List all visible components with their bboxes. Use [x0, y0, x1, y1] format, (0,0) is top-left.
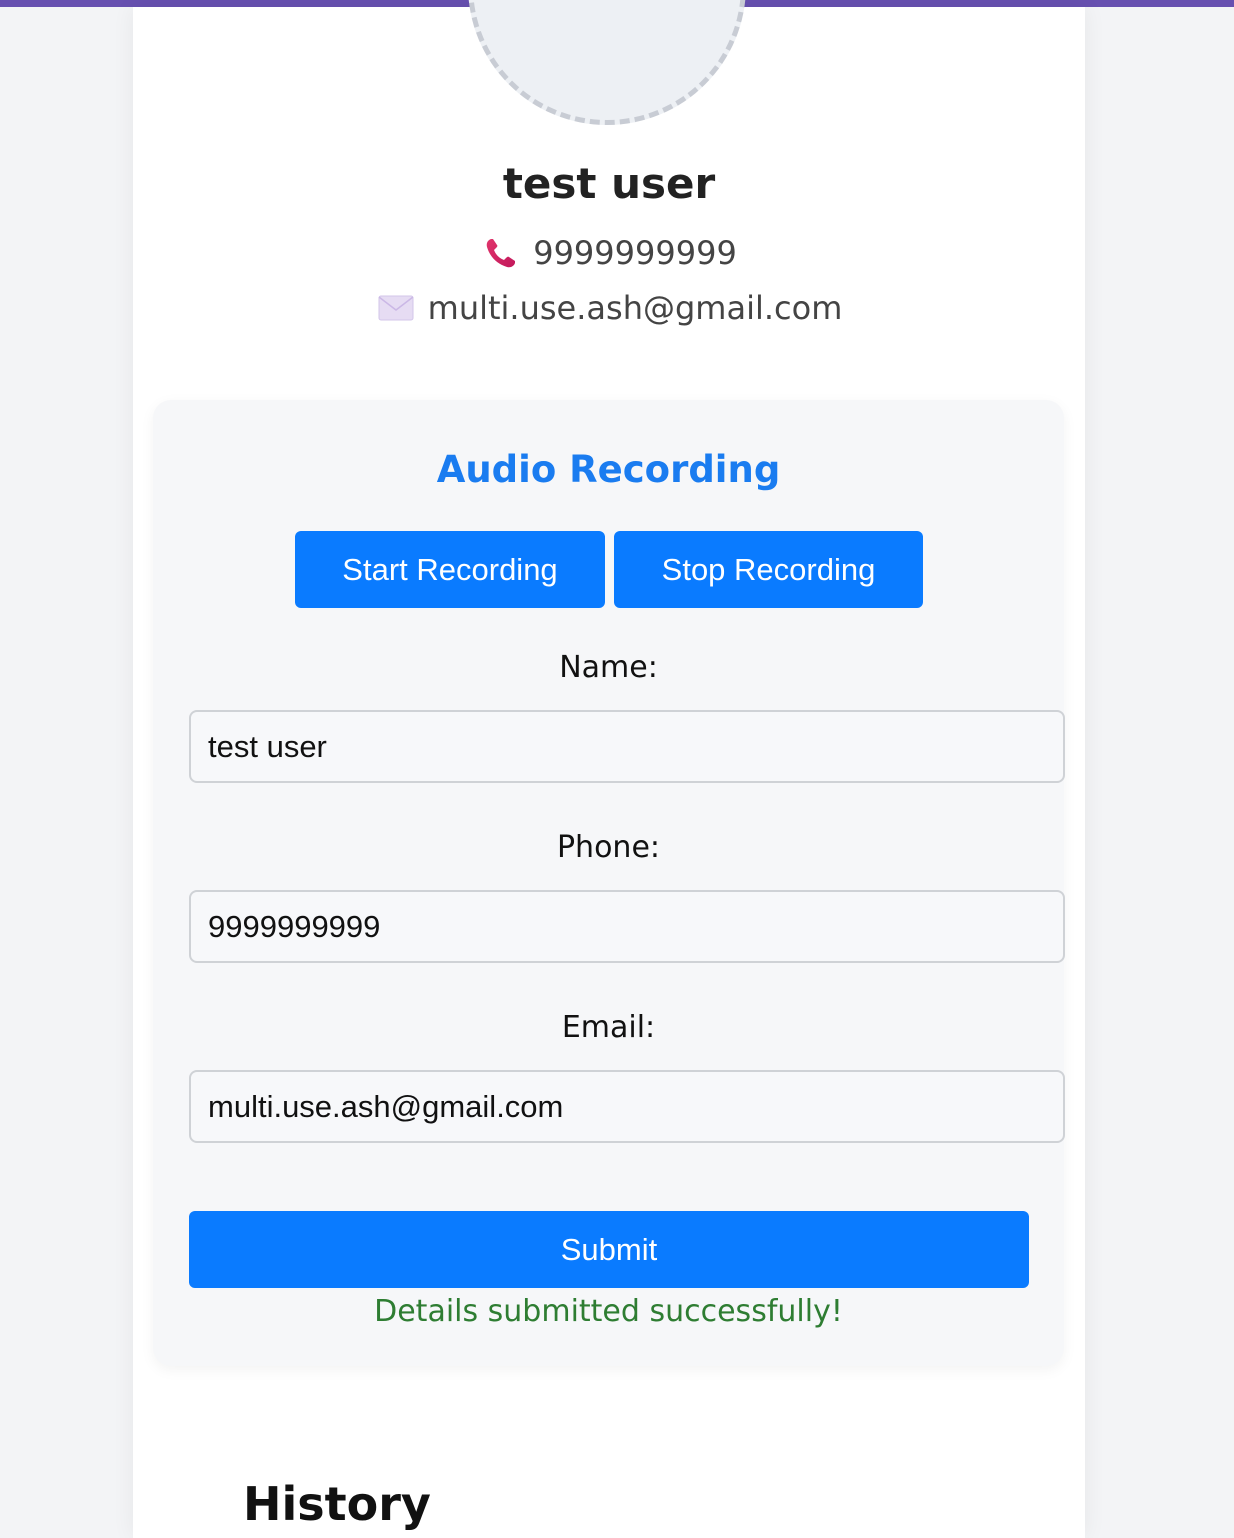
- profile-email-text: multi.use.ash@gmail.com: [427, 289, 843, 327]
- email-input[interactable]: [189, 1070, 1065, 1143]
- name-label: Name:: [559, 650, 658, 685]
- history-heading: History: [243, 1477, 431, 1531]
- name-input[interactable]: [189, 710, 1065, 783]
- profile-name: test user: [502, 159, 716, 208]
- stop-recording-button[interactable]: Stop Recording: [614, 531, 923, 608]
- start-recording-button[interactable]: Start Recording: [295, 531, 605, 608]
- email-label: Email:: [561, 1010, 656, 1045]
- profile-phone-text: 9999999999: [533, 234, 737, 272]
- success-message: Details submitted successfully!: [374, 1294, 843, 1329]
- profile-phone-row: 9999999999: [133, 233, 1085, 273]
- phone-label: Phone:: [556, 830, 661, 865]
- envelope-icon: [376, 288, 416, 328]
- submit-button[interactable]: Submit: [189, 1211, 1029, 1288]
- telephone-receiver-icon: [481, 233, 521, 273]
- profile-email-row: multi.use.ash@gmail.com: [133, 288, 1085, 328]
- panel-title: Audio Recording: [436, 448, 781, 491]
- avatar-placeholder[interactable]: [468, 0, 746, 125]
- audio-recording-panel: Audio Recording Start Recording Stop Rec…: [153, 400, 1065, 1366]
- phone-input[interactable]: [189, 890, 1065, 963]
- profile-card: test user 9999999999 multi.use.ash@gmail: [133, 0, 1085, 1538]
